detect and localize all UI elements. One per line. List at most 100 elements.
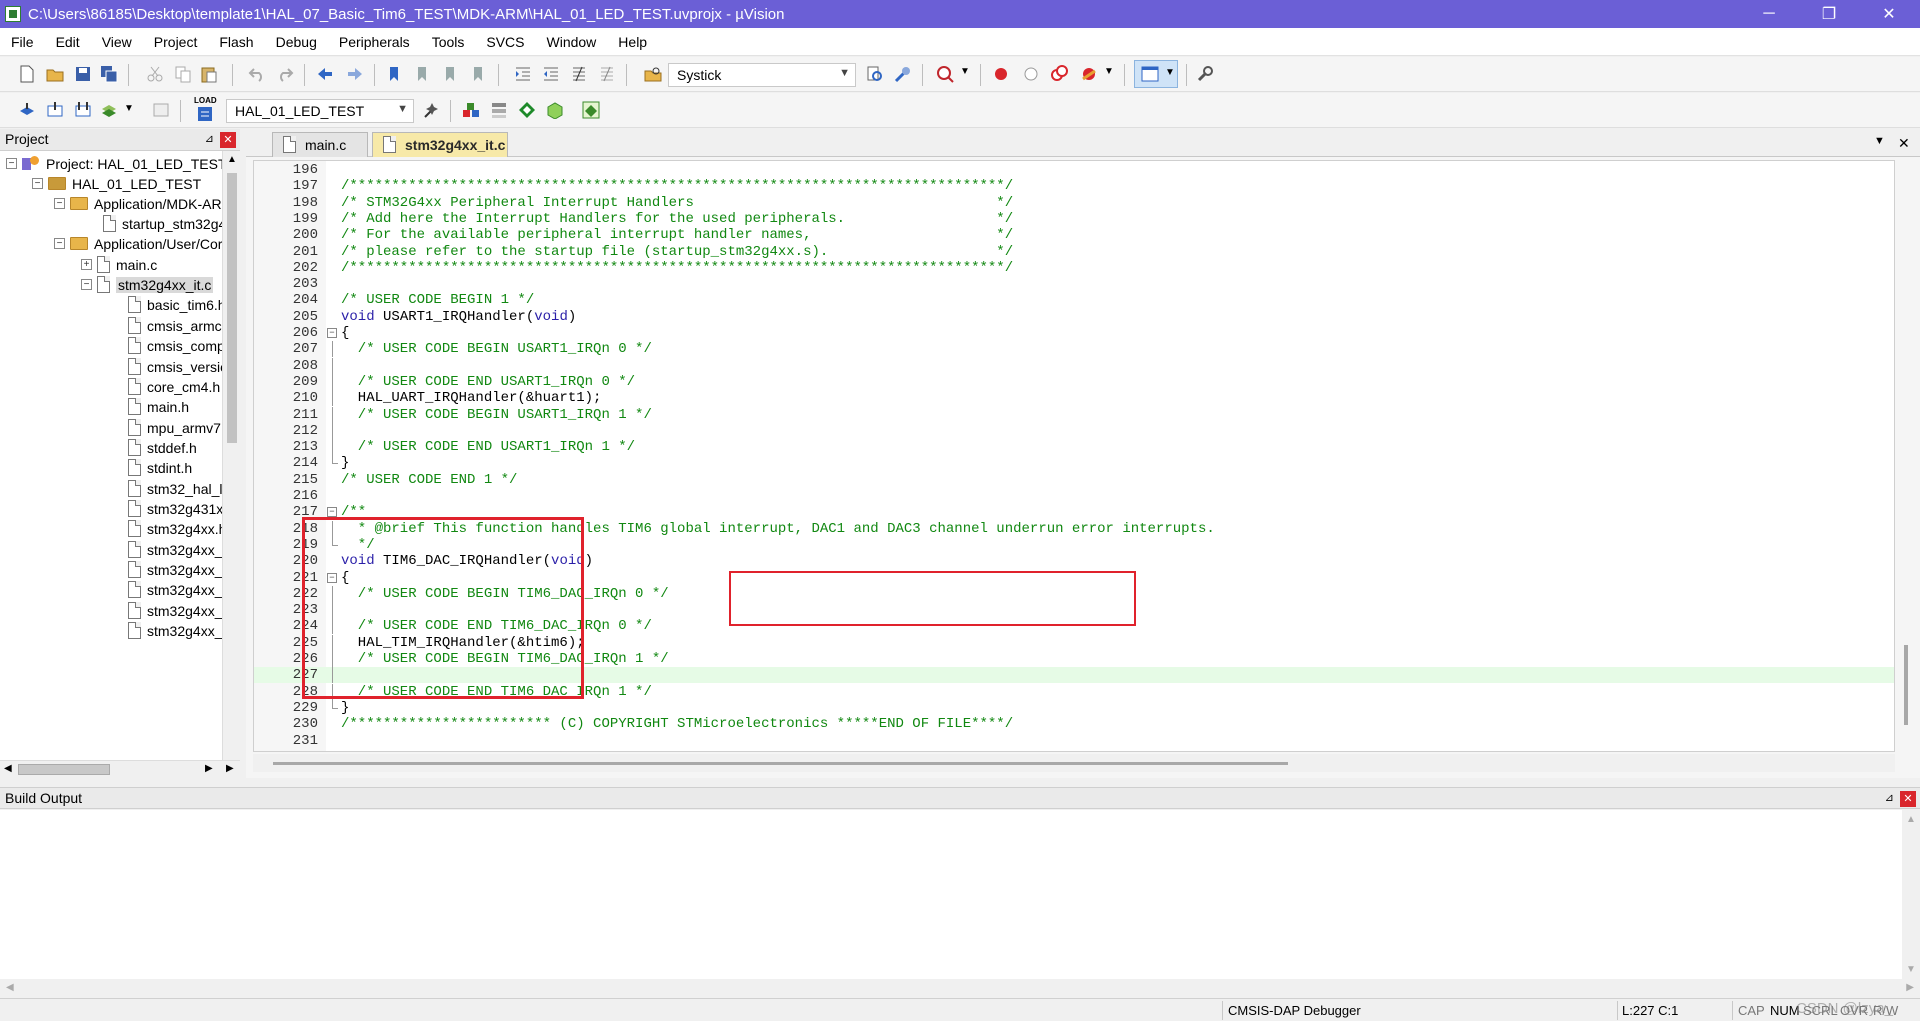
breakpoint-disable-all-icon[interactable] (1050, 65, 1068, 83)
unindent-icon[interactable] (542, 65, 560, 83)
menu-edit[interactable]: Edit (45, 34, 91, 50)
select-packs-icon[interactable] (518, 101, 536, 119)
chevron-down-icon[interactable]: ▼ (1104, 66, 1114, 77)
copy-icon[interactable] (174, 65, 192, 83)
scrollbar-thumb[interactable] (18, 764, 110, 775)
menu-tools[interactable]: Tools (421, 34, 476, 50)
undo-icon[interactable] (248, 65, 266, 83)
code-line[interactable]: 213 /* USER CODE END USART1_IRQn 1 */ (254, 439, 1894, 456)
code-line[interactable]: 207 /* USER CODE BEGIN USART1_IRQn 0 */ (254, 341, 1894, 358)
build-output-vertical-scrollbar[interactable]: ▲ ▼ (1902, 810, 1920, 979)
download-button[interactable]: LOAD (194, 96, 217, 124)
scroll-up-icon[interactable]: ▲ (227, 154, 237, 165)
manage-project-items-icon[interactable] (462, 101, 480, 119)
scrollbar-thumb[interactable] (227, 173, 237, 443)
breakpoint-insert-icon[interactable] (992, 65, 1010, 83)
code-line[interactable]: 204 /* USER CODE BEGIN 1 */ (254, 292, 1894, 308)
code-line[interactable]: 197 /************************************… (254, 178, 1894, 194)
new-file-icon[interactable] (18, 65, 36, 83)
debug-session-icon[interactable] (936, 65, 954, 83)
rebuild-icon[interactable] (74, 101, 92, 119)
tree-item-header[interactable]: stm32g4xx_hal_dma.h (128, 618, 222, 643)
incremental-find-icon[interactable] (894, 65, 912, 83)
collapse-icon[interactable]: − (32, 178, 43, 189)
code-line[interactable]: 199 /* Add here the Interrupt Handlers fo… (254, 211, 1894, 227)
scroll-left-icon[interactable]: ◀ (4, 763, 12, 774)
code-line[interactable]: 208 (254, 357, 1894, 374)
target-combo[interactable]: HAL_01_LED_TEST ▼ (226, 99, 414, 123)
batch-build-icon[interactable] (100, 101, 118, 119)
collapse-icon[interactable]: − (81, 279, 92, 290)
cut-icon[interactable] (146, 65, 164, 83)
close-button[interactable]: ✕ (1860, 0, 1918, 28)
code-line[interactable]: 215 /* USER CODE END 1 */ (254, 472, 1894, 488)
tab-main-c[interactable]: main.c (272, 132, 368, 157)
stop-build-icon[interactable] (152, 101, 170, 119)
editor-vertical-scrollbar-thumb[interactable] (1904, 645, 1908, 725)
chevron-down-icon[interactable]: ▼ (397, 103, 408, 115)
breakpoint-kill-all-icon[interactable] (1080, 65, 1098, 83)
code-line[interactable]: 203 (254, 276, 1894, 292)
bookmark-next-icon[interactable] (442, 65, 460, 83)
restore-button[interactable]: ❐ (1800, 0, 1858, 28)
scroll-up-icon[interactable]: ▲ (1906, 814, 1916, 825)
code-line[interactable]: 231 (254, 733, 1894, 749)
collapse-icon[interactable]: − (54, 198, 65, 209)
redo-icon[interactable] (276, 65, 294, 83)
menu-flash[interactable]: Flash (208, 34, 264, 50)
save-icon[interactable] (74, 65, 92, 83)
editor-horizontal-scrollbar[interactable] (253, 754, 1895, 772)
menu-view[interactable]: View (91, 34, 143, 50)
code-line[interactable]: 200 /* For the available peripheral inter… (254, 227, 1894, 243)
code-line[interactable]: 209 /* USER CODE END USART1_IRQn 0 */ (254, 373, 1894, 390)
bookmark-prev-icon[interactable] (414, 65, 432, 83)
code-line[interactable]: 196 (254, 162, 1894, 178)
code-line[interactable]: 201 /* please refer to the startup file (… (254, 244, 1894, 260)
minimize-button[interactable]: ─ (1740, 0, 1798, 28)
tab-stm32g4xx-it-c[interactable]: stm32g4xx_it.c (372, 132, 508, 157)
chevron-down-icon[interactable]: ▼ (124, 103, 134, 114)
menu-help[interactable]: Help (607, 34, 658, 50)
chevron-down-icon[interactable]: ▼ (839, 67, 850, 79)
save-all-icon[interactable] (100, 65, 118, 83)
build-output-horizontal-scrollbar[interactable]: ◀ ▶ (0, 979, 1920, 997)
tab-list-chevron-icon[interactable]: ▼ (1874, 135, 1885, 147)
bookmark-toggle-icon[interactable] (386, 65, 404, 83)
open-folder-icon[interactable] (46, 65, 64, 83)
menu-debug[interactable]: Debug (265, 34, 328, 50)
code-line[interactable]: 229} (254, 699, 1894, 716)
comment-icon[interactable] (570, 65, 588, 83)
menu-peripherals[interactable]: Peripherals (328, 34, 421, 50)
fold-collapse-icon[interactable]: − (327, 507, 337, 518)
code-line[interactable]: 230 /************************ (C) COPYRIG… (254, 716, 1894, 732)
code-line[interactable]: 210 HAL_UART_IRQHandler(&huart1); (254, 390, 1894, 407)
indent-icon[interactable] (514, 65, 532, 83)
configure-wrench-icon[interactable] (1196, 65, 1214, 83)
code-line[interactable]: 206 {− (254, 325, 1894, 341)
chevron-down-icon[interactable]: ▼ (960, 66, 970, 77)
close-tab-icon[interactable]: ✕ (1898, 135, 1910, 152)
pin-icon[interactable]: ⊿ (205, 132, 214, 145)
menu-file[interactable]: File (0, 34, 45, 50)
scroll-right-icon[interactable]: ▶ (1906, 982, 1914, 993)
menu-project[interactable]: Project (143, 34, 209, 50)
scroll-down-icon[interactable]: ▼ (1906, 964, 1916, 975)
navigate-back-icon[interactable] (316, 65, 334, 83)
collapse-icon[interactable]: − (6, 158, 17, 169)
menu-window[interactable]: Window (536, 34, 608, 50)
uncomment-icon[interactable] (598, 65, 616, 83)
expand-icon[interactable]: + (81, 259, 92, 270)
window-layout-button[interactable]: ▼ (1134, 60, 1178, 88)
menu-svcs[interactable]: SVCS (475, 34, 535, 50)
scroll-left-icon[interactable]: ◀ (6, 982, 14, 993)
code-editor[interactable]: 196 197 /*********************************… (253, 160, 1895, 752)
code-line[interactable]: 212 (254, 422, 1894, 439)
project-tree-vertical-scrollbar[interactable]: ▲ (222, 151, 240, 760)
code-line[interactable]: 211 /* USER CODE BEGIN USART1_IRQn 1 */ (254, 406, 1894, 423)
paste-icon[interactable] (200, 65, 218, 83)
code-line[interactable]: 214} (254, 455, 1894, 471)
code-line[interactable]: 198 /* STM32G4xx Peripheral Interrupt Han… (254, 195, 1894, 211)
bookmark-clear-icon[interactable] (470, 65, 488, 83)
manage-components-icon[interactable] (490, 101, 508, 119)
project-tree-horizontal-scrollbar[interactable]: ◀ ▶ ▶ (0, 760, 240, 777)
